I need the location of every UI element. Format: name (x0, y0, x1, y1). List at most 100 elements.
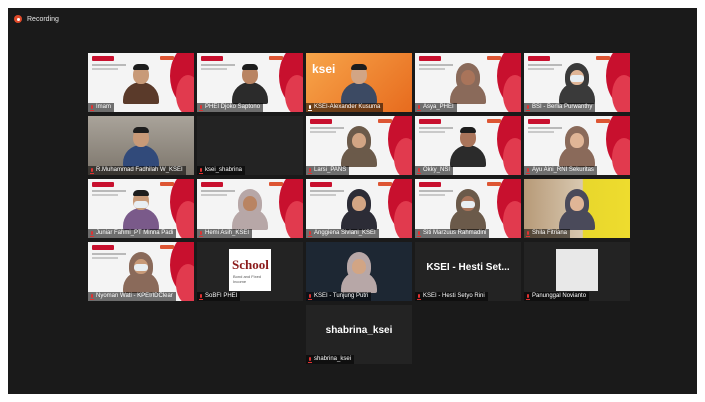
microphone-muted-icon (308, 293, 312, 300)
participant-video (230, 63, 270, 104)
microphone-muted-icon (90, 167, 94, 174)
participant-tile[interactable]: KSEI - Tunjung Putri (306, 242, 412, 301)
school-logo: School Bond and Fixed Income (229, 249, 271, 291)
participant-tile[interactable]: Ayu Aini_RNI Sekuritas (524, 116, 630, 175)
participant-display-name: shabrina_ksei (325, 325, 393, 336)
participant-tile[interactable]: BSI - Berlia Purwanthy (524, 53, 630, 112)
participant-tile[interactable]: Shila Fitriana (524, 179, 630, 238)
participant-video (339, 252, 379, 293)
participant-name: R.Muhammad Fadhilah W_KSEI (96, 167, 183, 173)
participant-name-label: Imam (88, 103, 114, 112)
participant-tile[interactable]: Nyoman Wati - KPEI/IDClear (88, 242, 194, 301)
participant-tile[interactable]: Larsi_PANS (306, 116, 412, 175)
microphone-muted-icon (417, 104, 421, 111)
participant-video (557, 189, 597, 230)
participant-name: Asya_PHEI (423, 104, 454, 110)
recording-indicator: Recording (14, 15, 59, 23)
participant-name: Hemi Asih_KSEI (205, 230, 250, 236)
participant-name-label: shabrina_ksei (306, 355, 355, 364)
microphone-muted-icon (417, 293, 421, 300)
participant-name: Anggiena Siviani_KSEI (314, 230, 376, 236)
microphone-muted-icon (199, 167, 203, 174)
microphone-muted-icon (199, 230, 203, 237)
microphone-muted-icon (526, 167, 530, 174)
microphone-muted-icon (308, 230, 312, 237)
microphone-muted-icon (417, 230, 421, 237)
participant-tile[interactable]: Imam (88, 53, 194, 112)
participant-name-label: Ayu Aini_RNI Sekuritas (524, 166, 597, 175)
participant-name: Siti Marzuus Rahmadini (423, 230, 487, 236)
participant-name: shabrina_ksei (314, 356, 352, 362)
participant-name-label: KSEI - Hesti Setyo Rini (415, 292, 488, 301)
participant-video (230, 189, 270, 230)
participant-video (448, 126, 488, 167)
microphone-muted-icon (90, 293, 94, 300)
participant-name: Juniar Fahmi_PT Minna Padi (96, 230, 174, 236)
participant-tile[interactable]: Anggiena Siviani_KSEI (306, 179, 412, 238)
participant-name: ksei_shabrina (205, 167, 243, 173)
participant-name-label: SoBFI PHEI (197, 292, 241, 301)
participant-tile[interactable]: ksei KSEI-Alexander Kusuma (306, 53, 412, 112)
participant-tile[interactable]: Panunggal Novianto (524, 242, 630, 301)
participant-video (339, 126, 379, 167)
participant-name-label: Larsi_PANS (306, 166, 350, 175)
participant-name-label: Anggiena Siviani_KSEI (306, 229, 379, 238)
participant-name-label: Shila Fitriana (524, 229, 571, 238)
microphone-muted-icon (199, 104, 203, 111)
participant-video (557, 126, 597, 167)
participant-name: KSEI - Hesti Setyo Rini (423, 293, 485, 299)
participant-name: Nyoman Wati - KPEI/IDClear (96, 293, 173, 299)
participant-tile[interactable]: Siti Marzuus Rahmadini (415, 179, 521, 238)
participant-video (121, 252, 161, 293)
participant-video (121, 189, 161, 230)
participant-video (121, 63, 161, 104)
school-logo-text: School (232, 257, 269, 272)
participant-tile[interactable]: Juniar Fahmi_PT Minna Padi (88, 179, 194, 238)
microphone-muted-icon (308, 356, 312, 363)
participant-video (448, 63, 488, 104)
participant-name-label: KSEI - Tunjung Putri (306, 292, 372, 301)
participant-name-label: Asya_PHEI (415, 103, 457, 112)
participant-tile[interactable]: Okky_NSI (415, 116, 521, 175)
participant-tile[interactable]: R.Muhammad Fadhilah W_KSEI (88, 116, 194, 175)
participant-name-label: Nyoman Wati - KPEI/IDClear (88, 292, 176, 301)
participant-name-label: ksei_shabrina (197, 166, 246, 175)
participant-name-label: BSI - Berlia Purwanthy (524, 103, 596, 112)
microphone-icon (308, 104, 312, 111)
profile-placeholder (556, 249, 598, 291)
participant-video (339, 63, 379, 104)
microphone-muted-icon (90, 104, 94, 111)
participant-tile[interactable]: Asya_PHEI (415, 53, 521, 112)
microphone-muted-icon (526, 293, 530, 300)
recording-label: Recording (27, 15, 59, 23)
participant-tile[interactable]: PHEI Djoko Saptono (197, 53, 303, 112)
participant-tile[interactable]: shabrina_ksei shabrina_ksei (306, 305, 412, 364)
participant-name: Okky_NSI (423, 167, 451, 173)
participant-display-name: KSEI - Hesti Set... (426, 262, 510, 273)
participant-tile[interactable]: ksei_shabrina (197, 116, 303, 175)
participant-tile[interactable]: KSEI - Hesti Set... KSEI - Hesti Setyo Ri… (415, 242, 521, 301)
participant-name-label: KSEI-Alexander Kusuma (306, 103, 384, 112)
participant-name: Ayu Aini_RNI Sekuritas (532, 167, 594, 173)
meeting-stage: Recording Imam PHEI Djoko Saptono ksei KSEI… (8, 8, 697, 394)
ksei-logo-text: ksei (312, 62, 336, 76)
participant-name: Larsi_PANS (314, 167, 347, 173)
participant-name: PHEI Djoko Saptono (205, 104, 261, 110)
participant-name: Panunggal Novianto (532, 293, 587, 299)
participant-video (121, 126, 161, 167)
participant-name: KSEI - Tunjung Putri (314, 293, 369, 299)
microphone-muted-icon (199, 293, 203, 300)
participant-name: KSEI-Alexander Kusuma (314, 104, 381, 110)
recording-icon (14, 15, 22, 23)
participant-video (448, 189, 488, 230)
microphone-muted-icon (526, 104, 530, 111)
microphone-muted-icon (417, 167, 421, 174)
microphone-muted-icon (526, 230, 530, 237)
participant-name-label: Okky_NSI (415, 166, 454, 175)
participant-video (339, 189, 379, 230)
participant-name-label: Juniar Fahmi_PT Minna Padi (88, 229, 177, 238)
participant-tile[interactable]: Hemi Asih_KSEI (197, 179, 303, 238)
participant-tile[interactable]: School Bond and Fixed Income SoBFI PHEI (197, 242, 303, 301)
participant-name-label: Panunggal Novianto (524, 292, 590, 301)
microphone-muted-icon (90, 230, 94, 237)
